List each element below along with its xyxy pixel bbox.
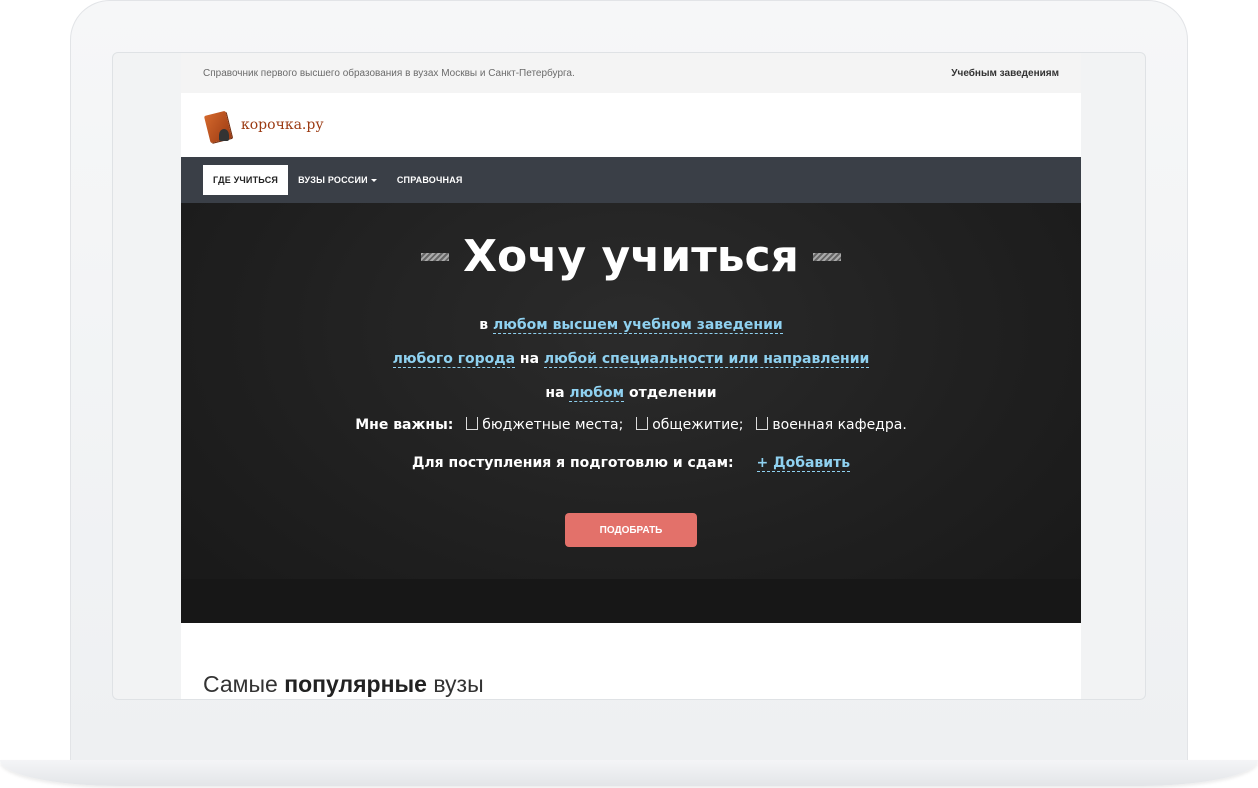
tagline: Справочник первого высшего образования в… — [203, 67, 575, 79]
department-line: на любом отделении — [181, 385, 1081, 402]
decorative-dash-icon — [812, 252, 841, 261]
book-logo-icon[interactable] — [203, 107, 235, 144]
institution-selector[interactable]: любом высшем учебном заведении — [493, 317, 783, 334]
line-text: на — [519, 351, 540, 367]
nav-item-label: СПРАВОЧНАЯ — [396, 175, 463, 185]
section-title-bold: популярные — [284, 671, 427, 697]
exams-label: Для поступления я подготовлю и сдам: — [411, 455, 734, 471]
line-text: отделении — [629, 385, 717, 401]
laptop-screen: Справочник первого высшего образования в… — [112, 52, 1146, 700]
city-speciality-line: любого города на любой специальности или… — [181, 351, 1081, 368]
top-strip: Справочник первого высшего образования в… — [181, 53, 1081, 93]
military-checkbox[interactable] — [756, 417, 769, 430]
nav-item-help-desk[interactable]: СПРАВОЧНАЯ — [387, 165, 473, 195]
city-selector[interactable]: любого города — [392, 351, 516, 368]
nav-item-label: ГДЕ УЧИТЬСЯ — [213, 175, 279, 185]
option-label: общежитие; — [652, 417, 744, 433]
institution-line: в любом высшем учебном заведении — [181, 317, 1081, 334]
hero-title: Хочу учиться — [181, 231, 1081, 282]
section-title-light: Самые — [203, 671, 278, 697]
budget-checkbox[interactable] — [466, 417, 479, 430]
add-exam-link[interactable]: + Добавить — [756, 455, 851, 472]
exams-line: Для поступления я подготовлю и сдам: + Д… — [181, 455, 1081, 472]
section-title-tail: вузы — [433, 671, 484, 697]
department-selector[interactable]: любом — [569, 385, 625, 402]
logo-text[interactable]: корочка.ру — [241, 117, 324, 133]
important-options: Мне важны: бюджетные места; общежитие; в… — [181, 417, 1081, 433]
option-label: военная кафедра. — [772, 417, 907, 433]
hero-search: Хочу учиться в любом высшем учебном заве… — [181, 203, 1081, 623]
section-title: Самые популярные вузы — [203, 671, 484, 698]
hero-title-text: Хочу учиться — [463, 231, 799, 282]
laptop-base — [0, 760, 1258, 786]
nav-item-label: ВУЗЫ РОССИИ — [298, 175, 368, 185]
speciality-selector[interactable]: любой специальности или направлении — [543, 351, 870, 368]
nav-item-russian-universities[interactable]: ВУЗЫ РОССИИ — [288, 165, 387, 195]
nav-item-where-to-study[interactable]: ГДЕ УЧИТЬСЯ — [203, 165, 289, 195]
submit-button[interactable]: ПОДОБРАТЬ — [565, 513, 697, 547]
institutions-link[interactable]: Учебным заведениям — [951, 68, 1059, 79]
web-page: Справочник первого высшего образования в… — [181, 53, 1081, 699]
hero-bottom-band — [181, 579, 1081, 623]
logo-row: корочка.ру — [181, 93, 1081, 157]
dormitory-checkbox[interactable] — [636, 417, 649, 430]
main-nav: ГДЕ УЧИТЬСЯ ВУЗЫ РОССИИ СПРАВОЧНАЯ — [181, 157, 1081, 203]
line-text: в — [479, 317, 489, 333]
important-label: Мне важны: — [355, 417, 454, 433]
line-text: на — [545, 385, 565, 401]
caret-down-icon — [370, 179, 377, 183]
decorative-dash-icon — [421, 252, 450, 261]
option-label: бюджетные места; — [482, 417, 624, 433]
